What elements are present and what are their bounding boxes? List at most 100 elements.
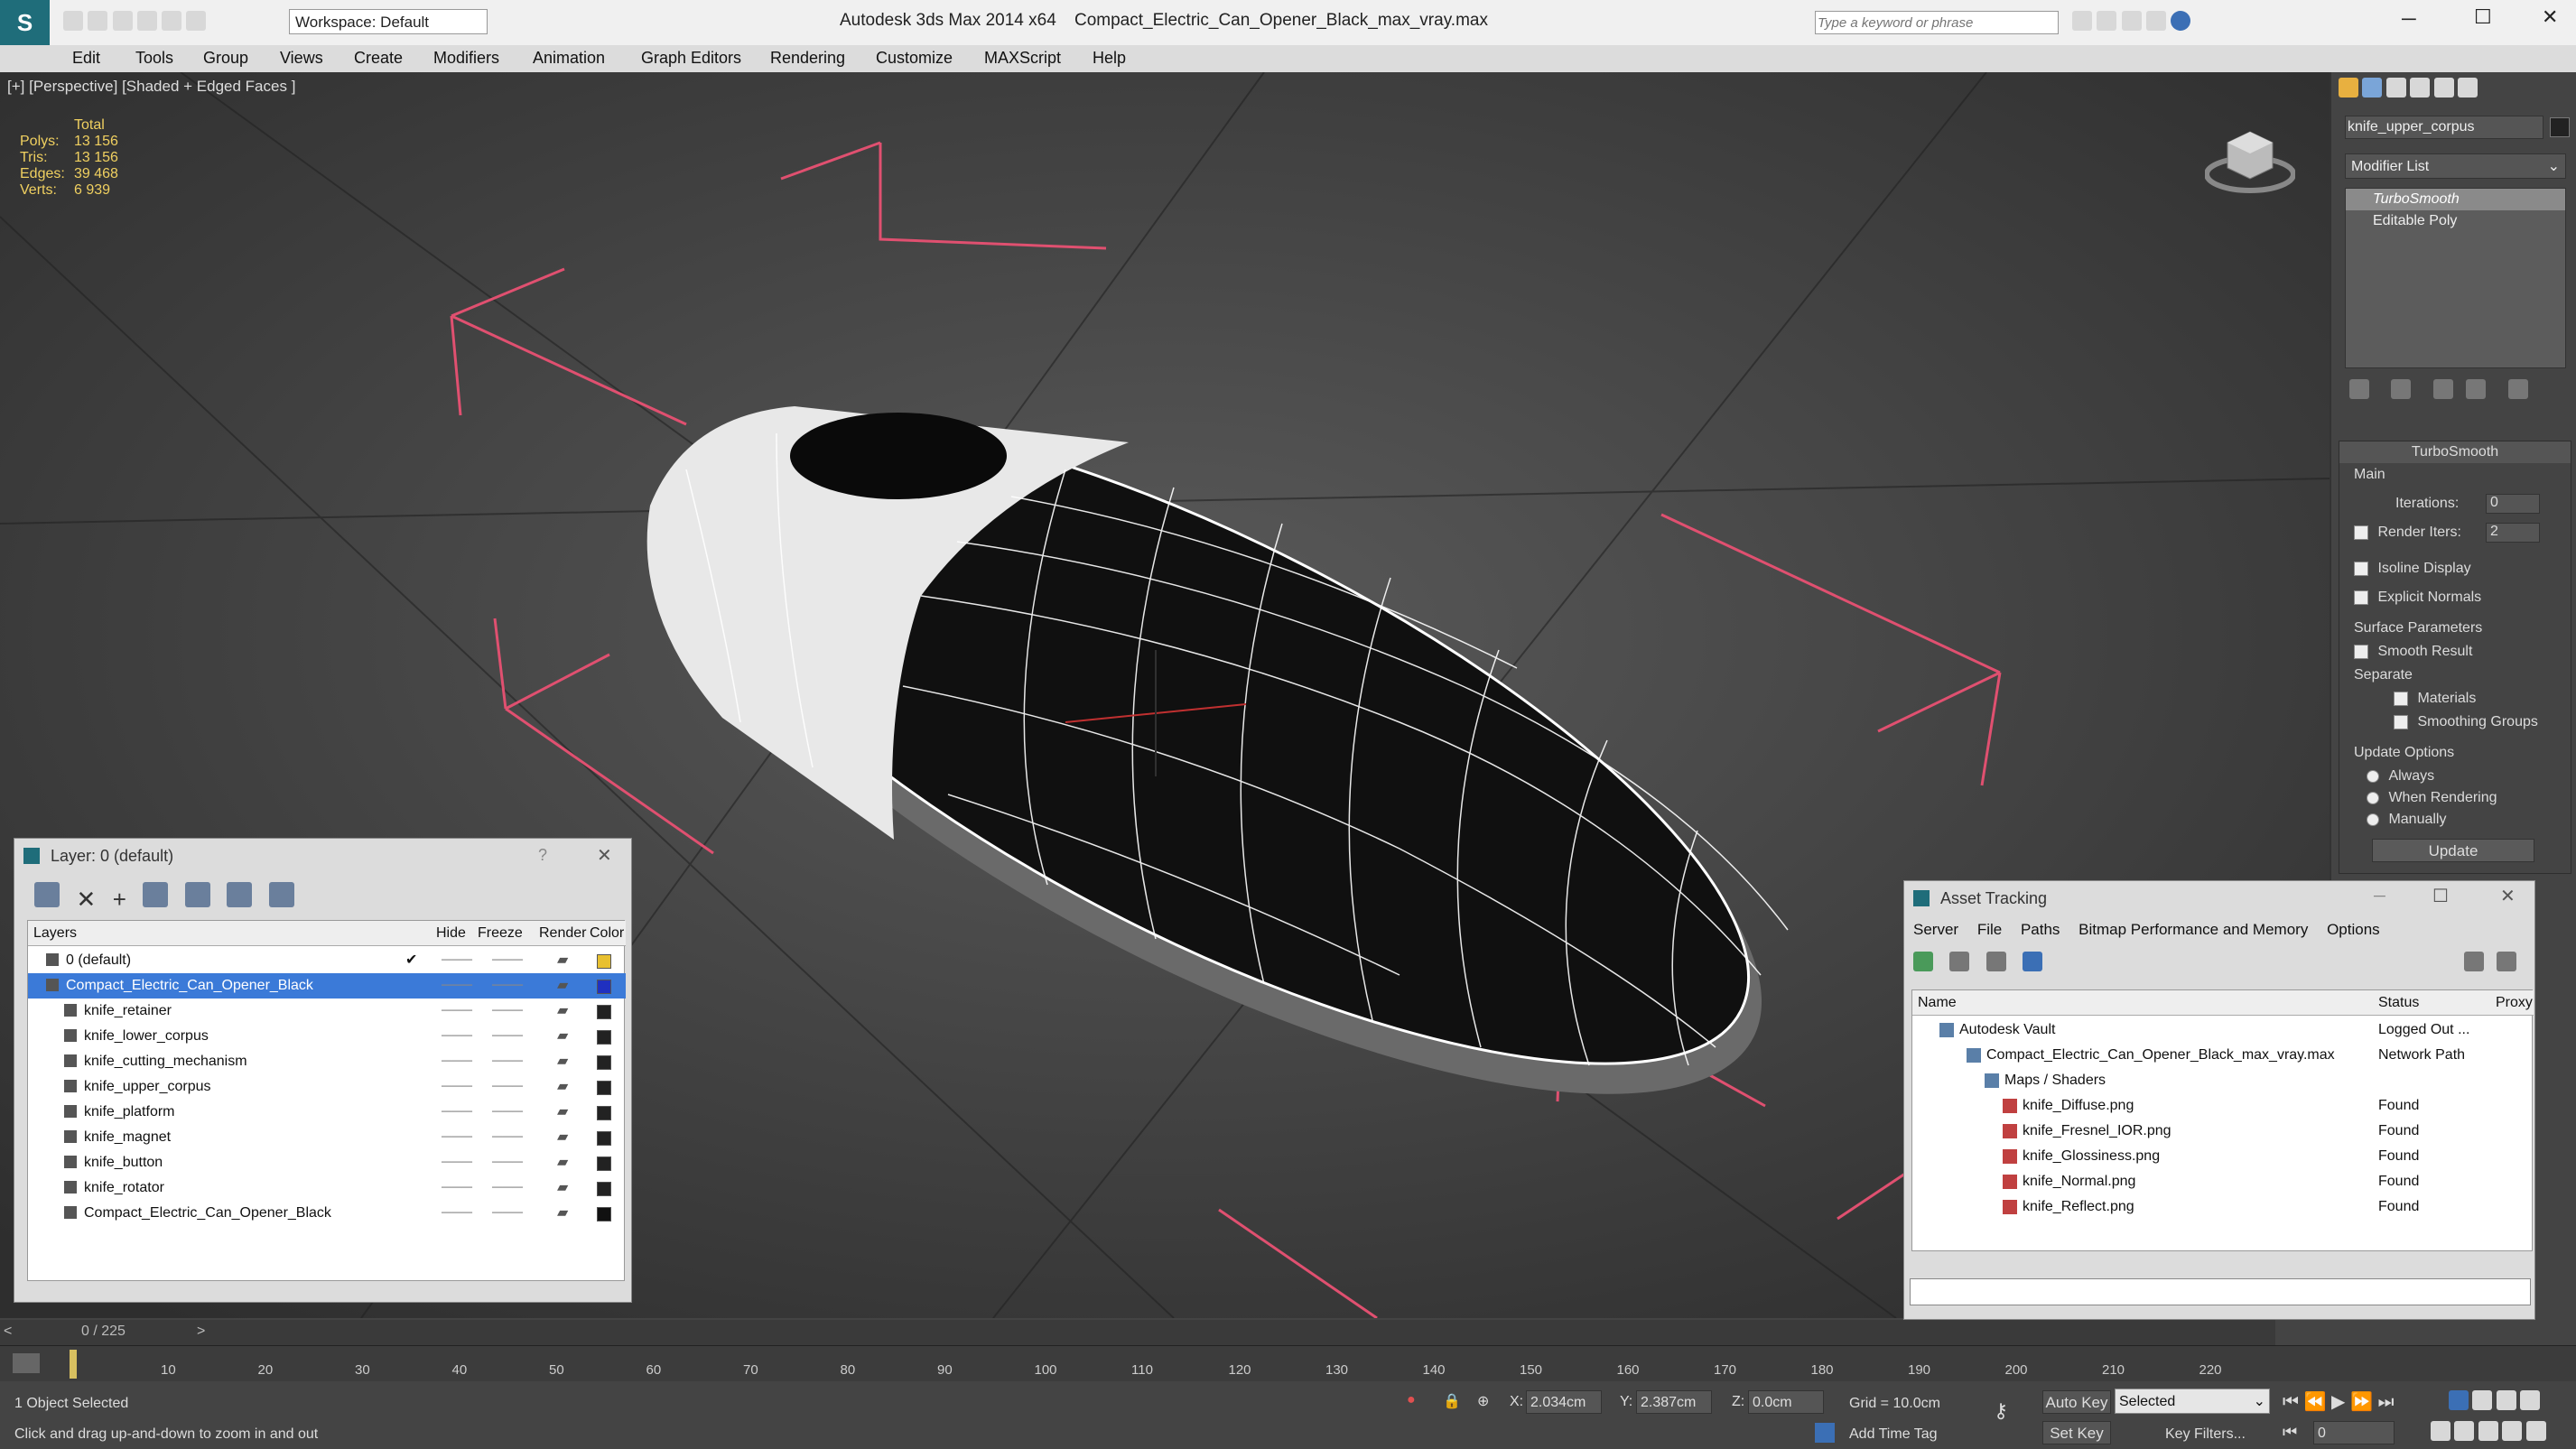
menu-modifiers[interactable]: Modifiers [433,49,499,68]
close-button[interactable]: ✕ [2542,5,2558,29]
hide-toggle[interactable]: ─── [442,1049,472,1074]
freeze-toggle[interactable]: ─── [492,973,523,999]
manually-radio[interactable] [2367,813,2379,826]
configure-sets-icon[interactable] [2507,379,2528,399]
zoom-icon[interactable] [2449,1390,2469,1410]
add-time-tag-icon[interactable] [1815,1423,1835,1443]
time-slider-prev[interactable]: < [4,1324,12,1340]
minimize-button[interactable]: ─ [2402,7,2416,31]
asset-close-button[interactable]: ✕ [2500,885,2516,907]
freeze-toggle[interactable]: ─── [492,1201,523,1226]
layer-row[interactable]: knife_cutting_mechanism ─── ─── ▰ [28,1049,626,1074]
render-toggle-icon[interactable]: ▰ [557,973,568,999]
layer-row[interactable]: knife_platform ─── ─── ▰ [28,1100,626,1125]
add-time-tag[interactable]: Add Time Tag [1849,1426,1938,1443]
menu-rendering[interactable]: Rendering [770,49,845,68]
key-mode-toggle-icon[interactable]: ⏮ [2283,1423,2297,1442]
utilities-tab-icon[interactable] [2458,78,2478,98]
vault-connect-icon[interactable] [2464,952,2484,971]
hide-toggle[interactable]: ─── [442,1150,472,1175]
asset-help-icon[interactable] [2497,952,2517,971]
search-input[interactable] [1815,11,2059,34]
remove-modifier-icon[interactable] [2466,379,2487,399]
freeze-toggle[interactable]: ─── [492,1074,523,1100]
table-view-icon[interactable] [2023,952,2043,971]
render-iters-checkbox[interactable] [2354,525,2368,540]
render-toggle-icon[interactable]: ▰ [557,1100,568,1125]
layer-row[interactable]: knife_magnet ─── ─── ▰ [28,1125,626,1150]
menu-animation[interactable]: Animation [533,49,605,68]
menu-group[interactable]: Group [203,49,248,68]
col-status[interactable]: Status [2378,990,2419,1016]
freeze-toggle[interactable]: ─── [492,948,523,973]
freeze-toggle[interactable]: ─── [492,1125,523,1150]
pan-icon[interactable] [2478,1421,2498,1441]
show-end-result-icon[interactable] [2391,379,2412,399]
asset-row[interactable]: knife_Fresnel_IOR.png Found [1912,1119,2534,1144]
menu-customize[interactable]: Customize [876,49,953,68]
menu-maxscript[interactable]: MAXScript [984,49,1061,68]
col-name[interactable]: Name [1918,990,1957,1016]
col-layers[interactable]: Layers [33,921,77,946]
render-iters-spinner[interactable]: 2 [2486,523,2540,543]
render-toggle-icon[interactable]: ▰ [557,1150,568,1175]
motion-tab-icon[interactable] [2410,78,2431,98]
hide-toggle[interactable]: ─── [442,1024,472,1049]
layer-color-swatch[interactable] [597,980,611,994]
select-in-layer-icon[interactable] [143,882,169,907]
layer-color-swatch[interactable] [597,1156,611,1171]
menu-graph-editors[interactable]: Graph Editors [641,49,741,68]
freeze-toggle[interactable]: ─── [492,1150,523,1175]
modifier-list-dropdown[interactable]: Modifier List ⌄ [2345,153,2566,179]
new-file-icon[interactable] [63,11,83,31]
create-tab-icon[interactable] [2339,78,2358,98]
col-color[interactable]: Color [590,921,624,946]
freeze-toggle[interactable]: ─── [492,1175,523,1201]
lock-icon[interactable]: 🔒 [1443,1392,1461,1410]
goto-start-icon[interactable]: ⏮ [2283,1392,2299,1412]
freeze-toggle[interactable]: ─── [492,1049,523,1074]
time-slider-frame[interactable]: 0 / 225 [81,1324,126,1340]
hide-toggle[interactable]: ─── [442,999,472,1024]
asset-path-field[interactable] [1910,1278,2531,1305]
hide-toggle[interactable]: ─── [442,1175,472,1201]
col-proxy[interactable]: Proxy [2496,990,2533,1016]
menu-views[interactable]: Views [280,49,323,68]
display-tab-icon[interactable] [2433,78,2454,98]
project-folder-icon[interactable] [186,11,207,31]
modifier-stack[interactable]: TurboSmooth Editable Poly [2345,188,2566,368]
col-render[interactable]: Render [539,921,586,946]
object-color-swatch[interactable] [2550,117,2570,137]
subscription-icon[interactable] [2097,11,2117,31]
asset-menu-bitmap-performance[interactable]: Bitmap Performance and Memory [2078,921,2308,938]
menu-create[interactable]: Create [354,49,403,68]
modify-tab-icon[interactable] [2362,78,2383,98]
hide-all-layers-icon[interactable] [227,882,253,907]
app-logo[interactable]: S [0,0,50,45]
menu-help[interactable]: Help [1093,49,1126,68]
hide-toggle[interactable]: ─── [442,1100,472,1125]
redo-icon[interactable] [162,11,182,31]
selection-set-dropdown[interactable]: Selected ⌄ [2115,1389,2270,1414]
favorites-star-icon[interactable] [2145,11,2166,31]
layer-color-swatch[interactable] [597,1005,611,1019]
asset-maximize-button[interactable]: ☐ [2432,885,2449,907]
freeze-toggle[interactable]: ─── [492,999,523,1024]
menu-tools[interactable]: Tools [135,49,173,68]
layer-color-swatch[interactable] [597,954,611,969]
layer-color-swatch[interactable] [597,1131,611,1146]
zoom-extents-all-icon[interactable] [2520,1390,2541,1410]
prev-frame-icon[interactable]: ⏪ [2304,1392,2327,1412]
refresh-icon[interactable] [1913,952,1933,971]
workspace-dropdown[interactable]: Workspace: Default [289,9,488,34]
asset-row[interactable]: Compact_Electric_Can_Opener_Black_max_vr… [1912,1043,2534,1068]
layer-color-swatch[interactable] [597,1030,611,1045]
y-coordinate-field[interactable]: 2.387cm [1636,1390,1712,1414]
save-icon[interactable] [112,11,133,31]
col-freeze[interactable]: Freeze [478,921,523,946]
communication-icon[interactable] [2121,11,2142,31]
hide-toggle[interactable]: ─── [442,1125,472,1150]
asset-menu-file[interactable]: File [1977,921,2002,938]
layer-color-swatch[interactable] [597,1207,611,1221]
rollout-title[interactable]: TurboSmooth [2339,441,2571,463]
